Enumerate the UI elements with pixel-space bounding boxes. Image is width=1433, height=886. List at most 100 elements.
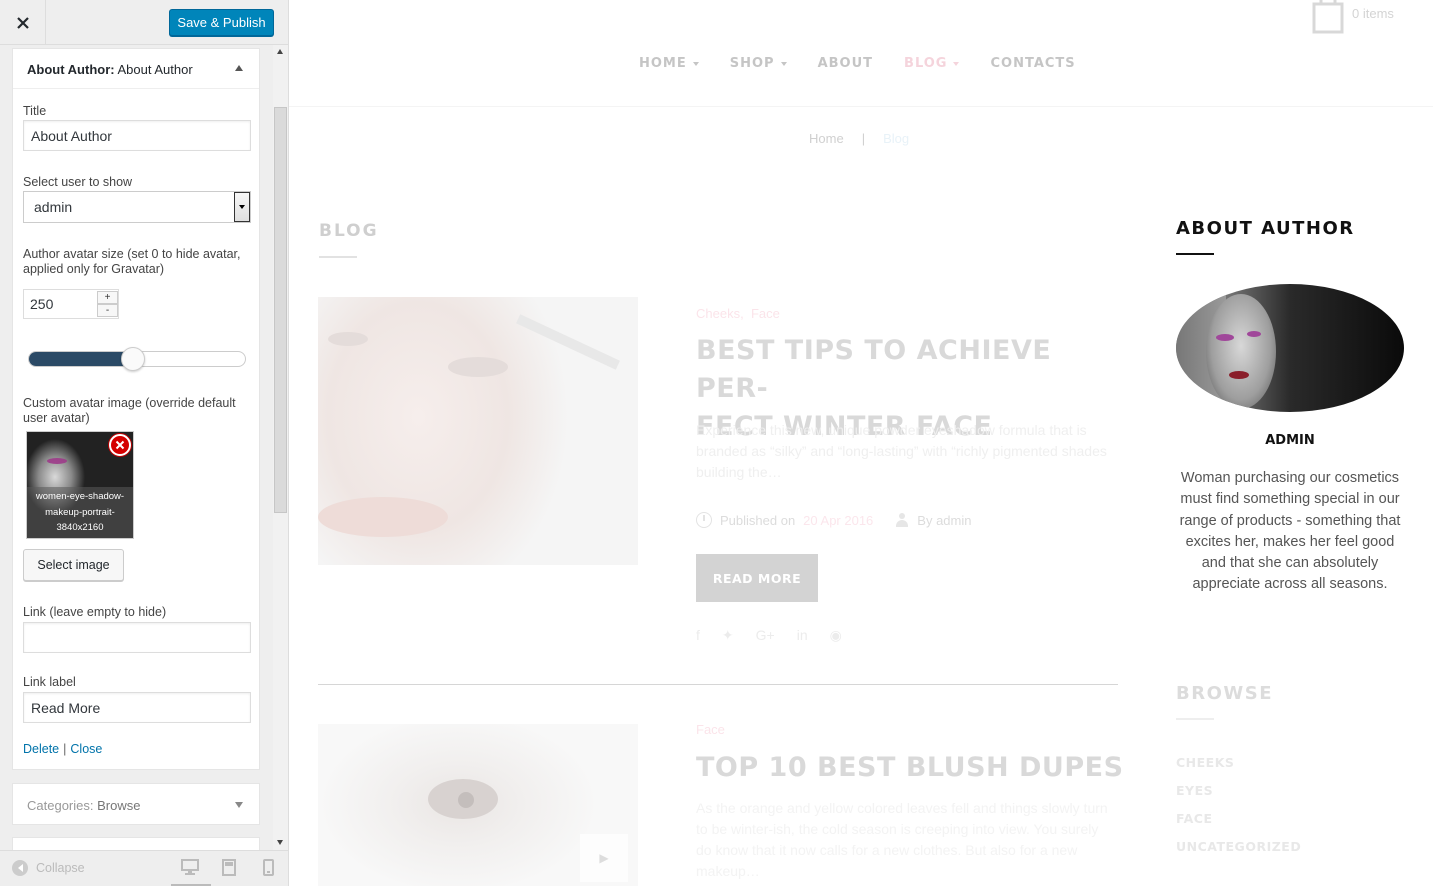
widget-header[interactable]: About Author: About Author — [13, 49, 259, 89]
nav-item-home[interactable]: HOME — [639, 56, 699, 71]
category-item[interactable]: EYES — [1176, 783, 1301, 811]
next-arrow-icon[interactable]: ▶ — [580, 834, 628, 882]
delete-link[interactable]: Delete — [23, 742, 59, 756]
categories-widget-prefix: Categories: — [27, 798, 94, 813]
dropdown-arrow-icon[interactable] — [234, 192, 250, 222]
header-divider — [289, 106, 1433, 107]
post-categories: Face — [696, 722, 725, 737]
page-title: BLOG — [319, 221, 379, 241]
categories-widget-name: Browse — [97, 798, 141, 813]
thumbnail-caption: women-eye-shadow- makeup-portrait- 3840x… — [27, 487, 133, 538]
nav-item-blog[interactable]: BLOG — [904, 56, 960, 71]
nav-item-about[interactable]: ABOUT — [818, 56, 873, 71]
nav-item-shop[interactable]: SHOP — [730, 56, 787, 71]
main-nav: HOME SHOP ABOUT BLOG CONTACTS — [639, 56, 1107, 71]
next-widget[interactable] — [12, 837, 260, 851]
link-input[interactable] — [23, 622, 251, 653]
twitter-icon[interactable]: ✦ — [722, 627, 734, 644]
close-customizer-button[interactable] — [0, 0, 46, 45]
title-input[interactable]: About Author — [23, 120, 251, 151]
category-item[interactable]: UNCATEGORIZED — [1176, 839, 1301, 867]
scroll-down-icon[interactable] — [277, 840, 283, 845]
category-link[interactable]: Face — [696, 722, 725, 737]
close-link[interactable]: Close — [70, 742, 102, 756]
category-link[interactable]: Face — [751, 306, 780, 321]
heading-underline — [1176, 253, 1214, 255]
customizer-header: Save & Publish — [0, 0, 288, 45]
share-icons: f ✦ G+ in ◉ — [696, 627, 842, 644]
avatar-size-value: 250 — [30, 296, 54, 312]
scrollbar-thumb[interactable] — [274, 107, 287, 513]
google-plus-icon[interactable]: G+ — [756, 627, 775, 644]
categories-widget[interactable]: Categories: Browse — [12, 783, 260, 825]
widget-title-prefix: About Author: — [27, 62, 115, 77]
post-author[interactable]: By admin — [917, 513, 971, 528]
mobile-preview-icon[interactable] — [263, 859, 274, 876]
select-image-button[interactable]: Select image — [23, 549, 124, 581]
nav-label: BLOG — [904, 56, 948, 71]
read-more-button[interactable]: READ MORE — [696, 554, 818, 602]
post-title-line: BEST TIPS TO ACHIEVE PER- — [696, 335, 1052, 404]
about-author-widget: About Author: About Author Title About A… — [12, 48, 260, 770]
post-categories: Cheeks, Face — [696, 306, 780, 321]
nav-item-contacts[interactable]: CONTACTS — [990, 56, 1075, 71]
chevron-down-icon — [692, 61, 699, 66]
post-title[interactable]: TOP 10 BEST BLUSH DUPES — [696, 749, 1156, 787]
categories-widget-title: Categories: Browse — [27, 798, 140, 813]
author-name: ADMIN — [1265, 433, 1315, 448]
breadcrumb: Home | Blog — [809, 131, 909, 146]
post-excerpt: Experience this new, unique powder eyesh… — [696, 422, 1107, 480]
chevron-down-icon — [780, 61, 787, 66]
published-label: Published on — [720, 512, 796, 528]
title-label: Title — [23, 104, 47, 118]
breadcrumb-current: Blog — [883, 131, 910, 146]
post-divider — [318, 684, 1118, 685]
cart-count[interactable]: 0 items — [1352, 6, 1394, 21]
expand-arrow-icon[interactable] — [235, 802, 243, 808]
link-label-input[interactable]: Read More — [23, 692, 251, 723]
shopping-bag-icon[interactable] — [1311, 0, 1345, 34]
author-bio: Woman purchasing our cosmetics must find… — [1179, 470, 1401, 593]
increment-button[interactable]: + — [97, 291, 118, 304]
nav-label: ABOUT — [817, 56, 874, 71]
nav-label: HOME — [639, 56, 687, 71]
post-meta: Published on 20 Apr 2016 By admin — [696, 512, 972, 528]
panel-scrollbar[interactable] — [273, 45, 288, 851]
slider-fill — [29, 352, 132, 366]
slider-handle[interactable] — [121, 347, 145, 371]
facebook-icon[interactable]: f — [696, 627, 700, 644]
breadcrumb-home[interactable]: Home — [809, 131, 844, 146]
desktop-preview-icon[interactable] — [181, 859, 199, 875]
nav-label: CONTACTS — [990, 56, 1076, 71]
customizer-panel: About Author: About Author Title About A… — [0, 45, 288, 851]
collapse-button[interactable]: Collapse — [12, 860, 85, 876]
avatar-size-label: Author avatar size (set 0 to hide avatar… — [23, 247, 241, 276]
category-link[interactable]: Cheeks — [696, 306, 740, 321]
pinterest-icon[interactable]: ◉ — [830, 627, 842, 644]
save-publish-button[interactable]: Save & Publish — [169, 9, 274, 36]
post-image[interactable] — [318, 297, 638, 565]
category-item[interactable]: CHEEKS — [1176, 755, 1301, 783]
select-user-dropdown[interactable]: admin — [23, 191, 251, 223]
actions-separator: | — [63, 742, 67, 756]
remove-image-icon[interactable] — [109, 434, 131, 456]
post-excerpt: As the orange and yellow colored leaves … — [696, 800, 1108, 879]
collapse-arrow-icon[interactable] — [235, 65, 243, 71]
close-icon — [16, 16, 29, 29]
decrement-button[interactable]: - — [97, 304, 118, 317]
select-user-label: Select user to show — [23, 175, 133, 189]
scroll-up-icon[interactable] — [277, 49, 283, 54]
tablet-preview-icon[interactable] — [222, 859, 236, 876]
post-date[interactable]: 20 Apr 2016 — [803, 513, 873, 528]
author-avatar — [1176, 284, 1404, 412]
caption-line: 3840x2160 — [56, 522, 104, 533]
link-label-label: Link label — [23, 675, 76, 689]
collapse-label: Collapse — [36, 861, 85, 875]
category-item[interactable]: FACE — [1176, 811, 1301, 839]
caption-line: makeup-portrait- — [45, 506, 115, 518]
linkedin-icon[interactable]: in — [797, 627, 808, 644]
title-underline — [319, 256, 357, 258]
customizer-sidebar: Save & Publish About Author: About Autho… — [0, 0, 289, 886]
customizer-footer: Collapse — [0, 850, 288, 886]
site-preview: 0 items HOME SHOP ABOUT BLOG CONTACTS Ho… — [289, 0, 1433, 886]
